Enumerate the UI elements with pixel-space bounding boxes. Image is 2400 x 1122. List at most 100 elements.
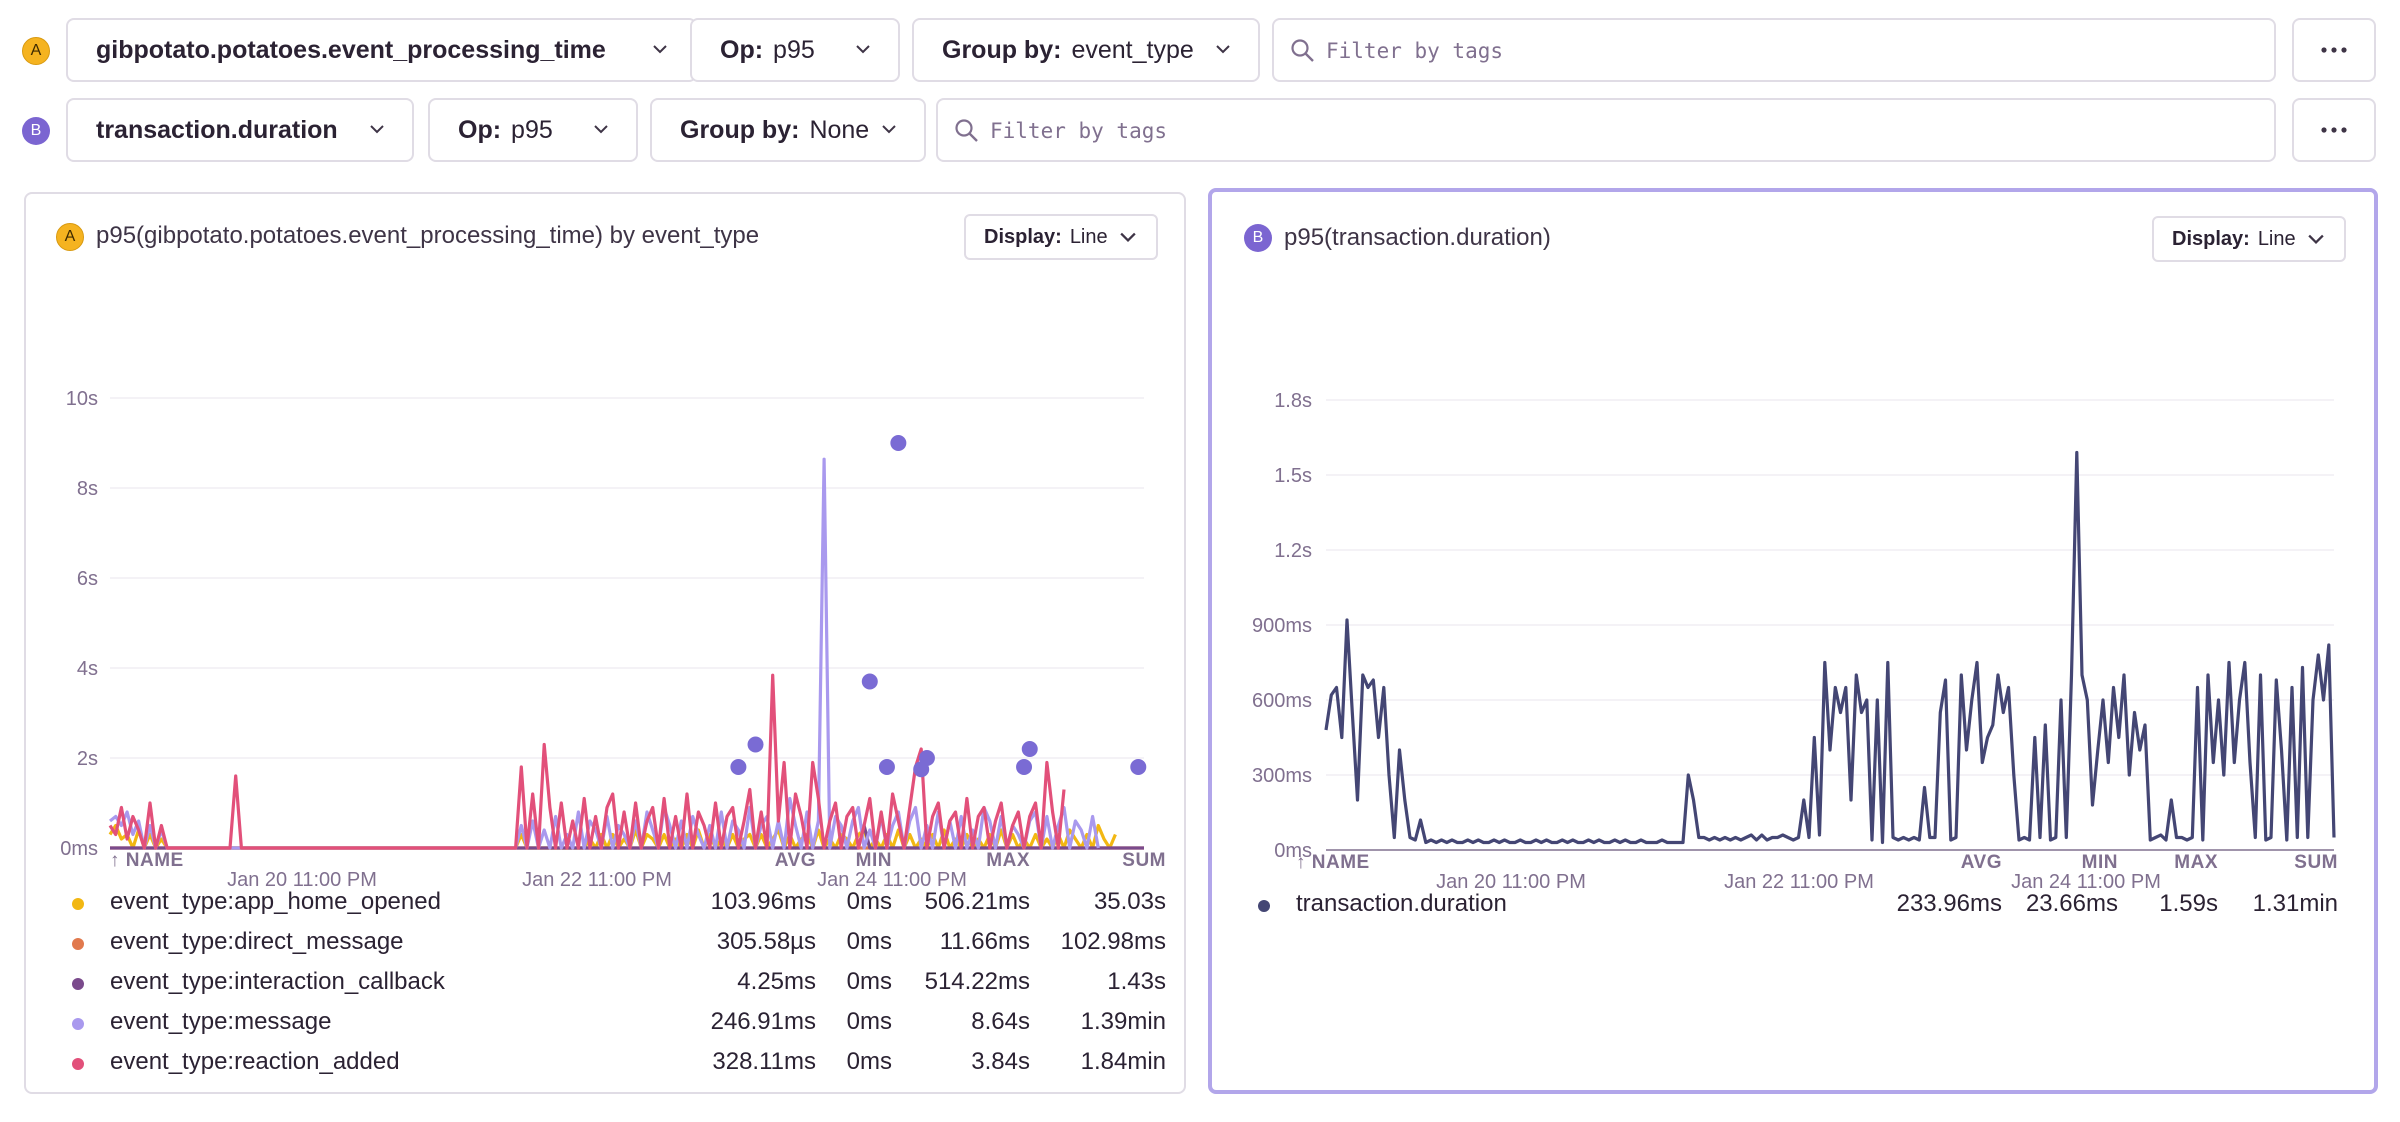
series-sum: 1.39min — [1080, 1008, 1166, 1035]
legend-row[interactable]: event_type:interaction_callback 4.25ms 0ms… — [72, 964, 1172, 1000]
series-max: 1.59s — [2159, 890, 2218, 917]
display-type-select-b[interactable]: Display: Line — [2152, 216, 2346, 262]
group-label: Group by: — [680, 115, 800, 144]
legend-row[interactable]: event_type:reaction_added 328.11ms 0ms 3.84… — [72, 1044, 1172, 1080]
series-color-dot — [72, 1018, 84, 1030]
series-name: event_type:direct_message — [110, 928, 404, 955]
release-marker[interactable] — [918, 750, 935, 766]
op-value: p95 — [773, 35, 815, 64]
panel-a-badge: A — [56, 223, 84, 251]
query-a-badge: A — [22, 37, 50, 65]
series-max: 11.66ms — [939, 928, 1030, 955]
more-actions-button-a[interactable] — [2292, 18, 2376, 82]
legend-row[interactable]: event_type:message 246.91ms 0ms 8.64s 1.39mi… — [72, 1004, 1172, 1040]
y-tick-label: 1.8s — [1274, 390, 1312, 412]
metric-select-label: gibpotato.potatoes.event_processing_time — [96, 35, 606, 64]
widget-panel-a[interactable]: A p95(gibpotato.potatoes.event_processin… — [24, 192, 1186, 1094]
summary-table-b: ↑ NAME AVG MIN MAX SUM transaction.durat… — [1212, 852, 2374, 952]
series-color-dot — [72, 898, 84, 910]
group-value: None — [809, 115, 870, 144]
chart-b[interactable]: 0ms300ms600ms900ms1.2s1.5s1.8sJan 20 11:… — [1212, 276, 2374, 936]
summary-table-a: ↑ NAME AVG MIN MAX SUM event_type:app_ho… — [26, 850, 1186, 1090]
series-max: 8.64s — [971, 1008, 1030, 1035]
series-name: event_type:app_home_opened — [110, 888, 441, 915]
metric-select-b[interactable]: transaction.duration — [66, 98, 414, 162]
release-marker[interactable] — [890, 435, 907, 451]
series-max: 506.21ms — [924, 888, 1030, 915]
series-min: 23.66ms — [2025, 890, 2118, 917]
series-avg: 305.58µs — [716, 928, 816, 955]
release-marker[interactable] — [861, 673, 878, 690]
release-marker[interactable] — [1016, 759, 1033, 775]
display-type-select-a[interactable]: Display: Line — [964, 214, 1158, 260]
y-tick-label: 900ms — [1252, 615, 1312, 637]
series-name: event_type:message — [110, 1008, 332, 1035]
group-by-select-a[interactable]: Group by: event_type — [912, 18, 1260, 82]
op-label: Op: — [720, 35, 764, 64]
panel-b-badge: B — [1244, 224, 1272, 252]
chevron-down-icon — [594, 125, 608, 134]
series-color-dot — [72, 938, 84, 950]
series-max: 514.22ms — [924, 968, 1030, 995]
column-sum[interactable]: SUM — [1030, 850, 1166, 872]
query-b-badge: B — [22, 117, 50, 145]
release-marker[interactable] — [747, 736, 764, 753]
chevron-down-icon — [1119, 232, 1136, 243]
sort-column-name[interactable]: ↑ NAME — [110, 850, 184, 872]
legend-row[interactable]: event_type:direct_message 305.58µs 0ms 11.6… — [72, 924, 1172, 960]
chevron-down-icon — [856, 45, 870, 54]
legend-row[interactable]: event_type:app_home_opened 103.96ms 0ms 506… — [72, 884, 1172, 920]
ellipsis-icon — [2321, 47, 2347, 53]
display-label: Display: — [984, 225, 1062, 248]
chevron-down-icon — [370, 125, 384, 134]
release-marker[interactable] — [878, 759, 895, 775]
release-marker[interactable] — [1021, 741, 1038, 757]
y-tick-label: 1.2s — [1274, 540, 1312, 562]
search-icon — [955, 119, 978, 142]
column-avg[interactable]: AVG — [1892, 852, 2002, 874]
column-min[interactable]: MIN — [816, 850, 892, 872]
series-name: transaction.duration — [1296, 890, 1507, 917]
series-name: event_type:interaction_callback — [110, 968, 445, 995]
column-max[interactable]: MAX — [892, 850, 1030, 872]
metric-select-a[interactable]: gibpotato.potatoes.event_processing_time — [66, 18, 697, 82]
column-sum[interactable]: SUM — [2218, 852, 2338, 874]
chevron-down-icon — [882, 125, 896, 134]
filter-placeholder: Filter by tags — [990, 119, 1168, 143]
panel-title: p95(gibpotato.potatoes.event_processing_… — [96, 222, 760, 249]
series-avg: 246.91ms — [710, 1008, 816, 1035]
series-min: 0ms — [846, 968, 892, 995]
display-label: Display: — [2172, 227, 2250, 250]
series-line-0[interactable] — [1324, 450, 2336, 845]
more-actions-button-b[interactable] — [2292, 98, 2376, 162]
widget-panel-b[interactable]: B p95(transaction.duration) Display: Lin… — [1208, 188, 2378, 1094]
series-min: 0ms — [846, 1008, 892, 1035]
group-value: event_type — [1071, 35, 1194, 64]
group-label: Group by: — [942, 35, 1062, 64]
legend-row[interactable]: transaction.duration 233.96ms 23.66ms 1.59s… — [1258, 886, 2358, 922]
sort-column-name[interactable]: ↑ NAME — [1296, 852, 1370, 874]
filter-input-a[interactable]: Filter by tags — [1272, 18, 2276, 82]
display-value: Line — [1069, 225, 1108, 248]
series-color-dot — [1258, 900, 1270, 912]
release-marker[interactable] — [1130, 759, 1147, 775]
series-sum: 35.03s — [1093, 888, 1166, 915]
filter-input-b[interactable]: Filter by tags — [936, 98, 2276, 162]
group-by-select-b[interactable]: Group by: None — [650, 98, 926, 162]
op-select-b[interactable]: Op: p95 — [428, 98, 638, 162]
column-max[interactable]: MAX — [2118, 852, 2218, 874]
series-min: 0ms — [846, 888, 892, 915]
series-min: 0ms — [846, 1048, 892, 1075]
chevron-down-icon — [653, 45, 667, 54]
op-select-a[interactable]: Op: p95 — [690, 18, 900, 82]
series-line-3[interactable] — [109, 457, 1100, 850]
release-marker[interactable] — [730, 759, 747, 775]
y-tick-label: 2s — [77, 748, 98, 770]
column-avg[interactable]: AVG — [696, 850, 816, 872]
column-min[interactable]: MIN — [2002, 852, 2118, 874]
chart-a[interactable]: 0ms2s4s6s8s10sJan 20 11:00 PM Jan 22 11:0… — [26, 274, 1186, 934]
filter-placeholder: Filter by tags — [1326, 39, 1504, 63]
series-sum: 1.43s — [1107, 968, 1166, 995]
series-max: 3.84s — [971, 1048, 1030, 1075]
chevron-down-icon — [1216, 45, 1230, 54]
